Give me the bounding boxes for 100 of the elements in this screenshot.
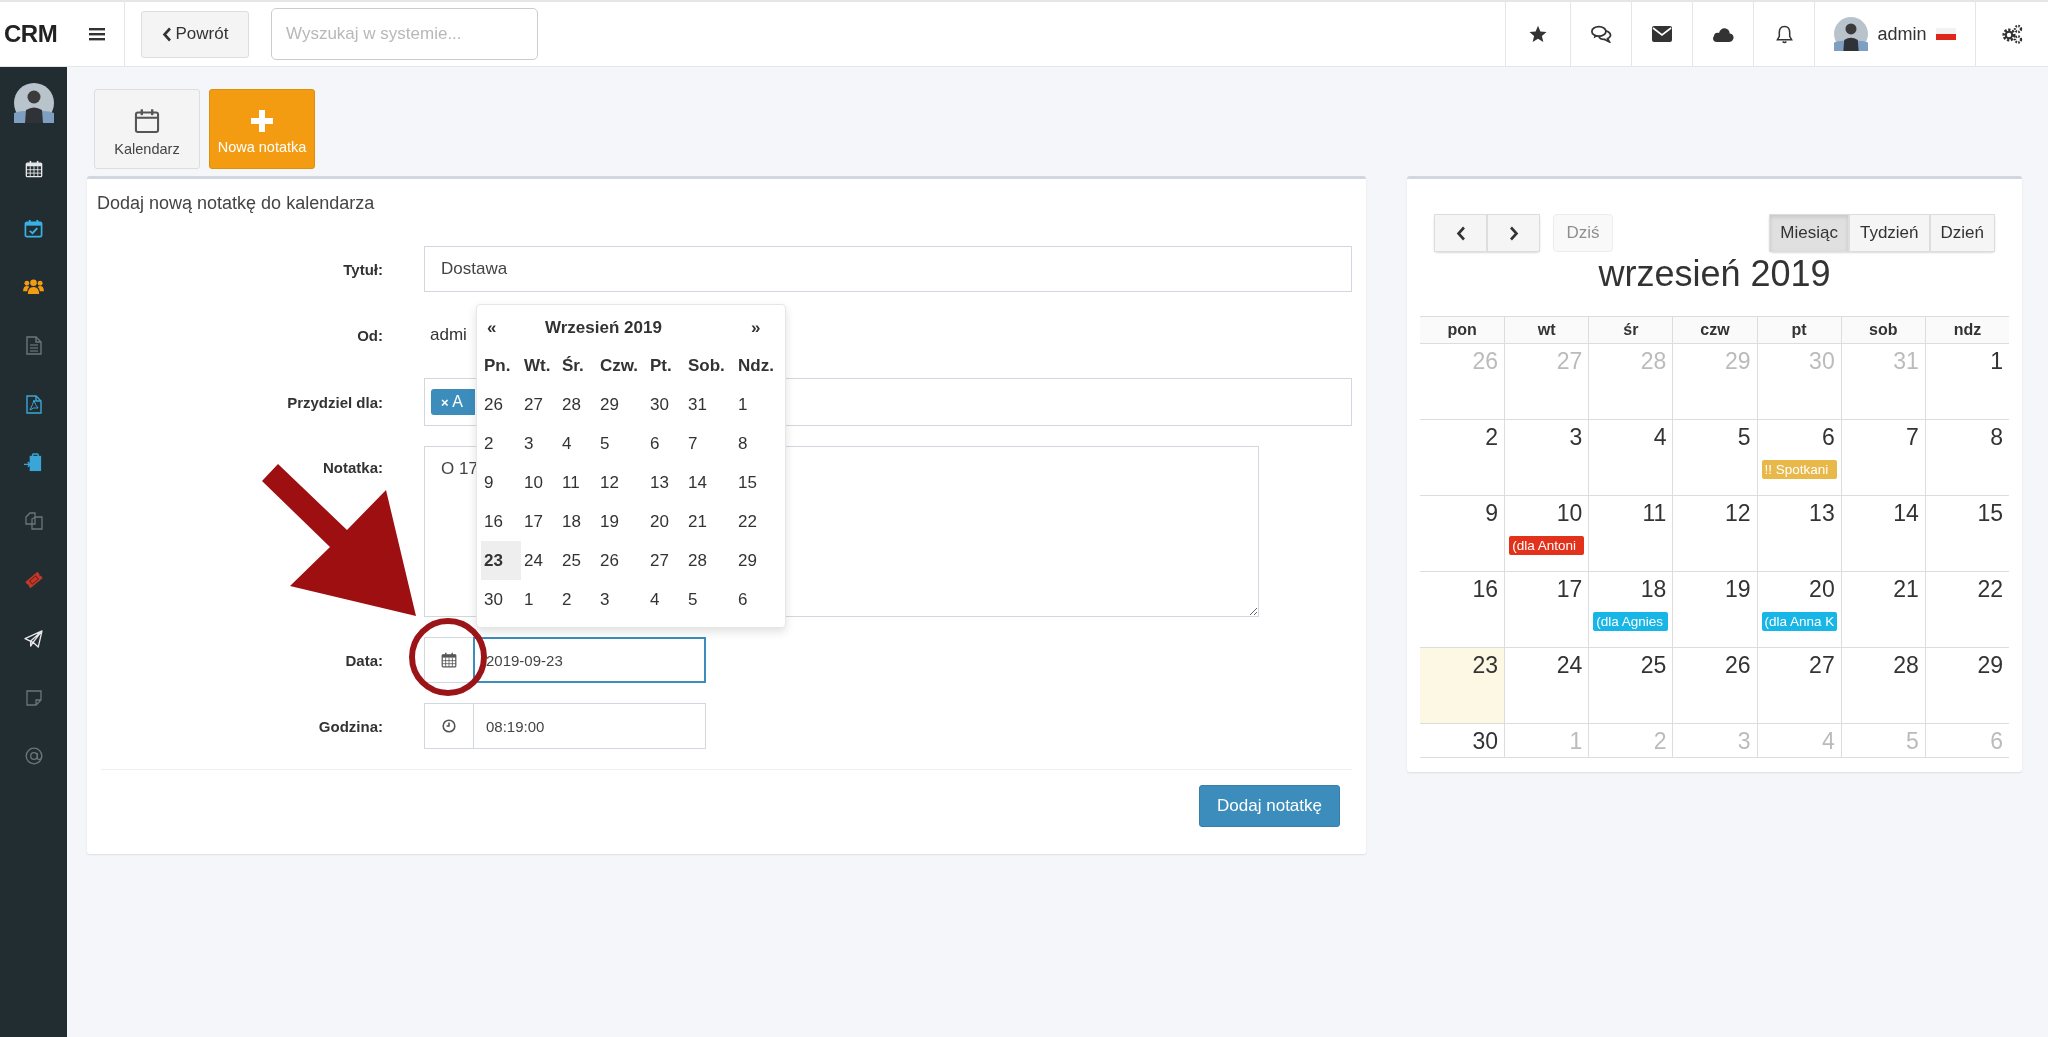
day-cell[interactable]: 30 xyxy=(1420,724,1505,757)
day-cell[interactable]: 27 xyxy=(1756,648,1841,723)
date-cell[interactable]: 30 xyxy=(647,385,685,424)
star-icon[interactable] xyxy=(1529,25,1547,43)
day-cell[interactable]: 23 xyxy=(1420,648,1505,723)
calendar-button[interactable] xyxy=(424,637,473,683)
date-cell[interactable]: 11 xyxy=(559,463,597,502)
day-cell[interactable]: 2 xyxy=(1420,420,1505,495)
next-month-button[interactable]: » xyxy=(745,318,781,338)
day-cell[interactable]: 12 xyxy=(1672,496,1757,571)
menu-icon[interactable] xyxy=(89,27,105,41)
date-cell[interactable]: 22 xyxy=(735,502,781,541)
date-cell[interactable]: 18 xyxy=(559,502,597,541)
bell-icon[interactable] xyxy=(1775,24,1793,44)
day-cell[interactable]: 21 xyxy=(1840,572,1925,647)
at-sign-icon[interactable] xyxy=(24,747,43,766)
cloud-icon[interactable] xyxy=(1712,26,1734,42)
pdf-file-icon[interactable] xyxy=(25,394,42,414)
date-cell[interactable]: 31 xyxy=(685,385,735,424)
date-cell[interactable]: 1 xyxy=(521,580,559,619)
calendar-event[interactable]: (dla Antoni xyxy=(1509,536,1585,555)
search-field[interactable]: Wyszukaj w systemie... xyxy=(271,8,538,60)
note-icon[interactable] xyxy=(25,689,42,706)
day-cell[interactable]: 16 xyxy=(1420,572,1505,647)
day-cell[interactable]: 8 xyxy=(1924,420,2009,495)
day-cell[interactable]: 28 xyxy=(1840,648,1925,723)
date-cell[interactable]: 14 xyxy=(685,463,735,502)
day-cell[interactable]: 14 xyxy=(1840,496,1925,571)
date-cell[interactable]: 26 xyxy=(481,385,521,424)
date-cell[interactable]: 27 xyxy=(647,541,685,580)
mail-icon[interactable] xyxy=(1652,26,1672,42)
users-icon[interactable] xyxy=(23,278,44,296)
day-cell[interactable]: 4 xyxy=(1588,420,1673,495)
date-cell[interactable]: 25 xyxy=(559,541,597,580)
day-cell[interactable]: 11 xyxy=(1588,496,1673,571)
date-cell[interactable]: 10 xyxy=(521,463,559,502)
date-cell[interactable]: 13 xyxy=(647,463,685,502)
previous-month-button[interactable]: « xyxy=(481,318,517,338)
day-cell[interactable]: 9 xyxy=(1420,496,1505,571)
date-cell[interactable]: 23 xyxy=(481,541,521,580)
day-cell[interactable]: 22 xyxy=(1924,572,2009,647)
user-name[interactable]: admin xyxy=(1877,23,1927,45)
date-cell[interactable]: 1 xyxy=(735,385,781,424)
month-title[interactable]: Wrzesień 2019 xyxy=(517,318,745,338)
date-cell[interactable]: 29 xyxy=(735,541,781,580)
chat-icon[interactable] xyxy=(1590,25,1612,43)
day-cell[interactable]: 6 !! Spotkani xyxy=(1756,420,1841,495)
ticket-icon[interactable] xyxy=(23,570,44,591)
title-field[interactable]: Dostawa xyxy=(424,246,1352,292)
day-cell[interactable]: 29 xyxy=(1924,648,2009,723)
gears-icon[interactable] xyxy=(2001,24,2023,44)
day-cell[interactable]: 15 xyxy=(1924,496,2009,571)
day-cell[interactable]: 3 xyxy=(1504,420,1589,495)
date-cell[interactable]: 20 xyxy=(647,502,685,541)
date-cell[interactable]: 30 xyxy=(481,580,521,619)
previous-button[interactable] xyxy=(1434,214,1487,252)
date-cell[interactable]: 9 xyxy=(481,463,521,502)
date-cell[interactable]: 28 xyxy=(559,385,597,424)
assignee-tag[interactable]: × A xyxy=(431,389,475,415)
day-cell[interactable]: 20 (dla Anna K xyxy=(1756,572,1841,647)
date-field[interactable]: 2019-09-23 xyxy=(473,637,706,683)
avatar[interactable] xyxy=(13,83,54,123)
date-cell[interactable]: 6 xyxy=(735,580,781,619)
date-cell[interactable]: 16 xyxy=(481,502,521,541)
day-cell[interactable]: 1 xyxy=(1924,344,2009,419)
day-cell[interactable]: 10 (dla Antoni xyxy=(1504,496,1589,571)
date-cell[interactable]: 3 xyxy=(597,580,647,619)
day-cell[interactable]: 18 (dla Agnies xyxy=(1588,572,1673,647)
paper-plane-icon[interactable] xyxy=(24,629,43,648)
view-tab[interactable]: Miesiąc xyxy=(1769,214,1849,252)
day-cell[interactable]: 5 xyxy=(1672,420,1757,495)
clock-button[interactable] xyxy=(424,703,473,749)
calendar-check-icon[interactable] xyxy=(24,218,43,238)
document-icon[interactable] xyxy=(25,335,42,355)
date-cell[interactable]: 12 xyxy=(597,463,647,502)
date-cell[interactable]: 28 xyxy=(685,541,735,580)
day-cell[interactable]: 24 xyxy=(1504,648,1589,723)
date-cell[interactable]: 19 xyxy=(597,502,647,541)
date-cell[interactable]: 27 xyxy=(521,385,559,424)
back-button[interactable]: Powrót xyxy=(141,10,249,58)
view-tab[interactable]: Dzień xyxy=(1929,214,1995,252)
time-field[interactable]: 08:19:00 xyxy=(473,703,706,749)
date-cell[interactable]: 21 xyxy=(685,502,735,541)
day-cell[interactable]: 25 xyxy=(1588,648,1673,723)
add-note-button[interactable]: Dodaj notatkę xyxy=(1199,785,1340,827)
date-cell[interactable]: 4 xyxy=(647,580,685,619)
date-cell[interactable]: 15 xyxy=(735,463,781,502)
view-tab[interactable]: Tydzień xyxy=(1848,214,1930,252)
avatar[interactable] xyxy=(1834,17,1869,51)
app-logo[interactable]: CRM xyxy=(0,20,70,48)
next-button[interactable] xyxy=(1487,214,1540,252)
date-cell[interactable]: 17 xyxy=(521,502,559,541)
day-cell[interactable]: 19 xyxy=(1672,572,1757,647)
date-cell[interactable]: 2 xyxy=(559,580,597,619)
day-cell[interactable]: 26 xyxy=(1672,648,1757,723)
date-cell[interactable]: 26 xyxy=(597,541,647,580)
day-cell[interactable]: 7 xyxy=(1840,420,1925,495)
date-cell[interactable]: 24 xyxy=(521,541,559,580)
calendar-button[interactable]: Kalendarz xyxy=(94,89,200,169)
day-cell[interactable]: 13 xyxy=(1756,496,1841,571)
